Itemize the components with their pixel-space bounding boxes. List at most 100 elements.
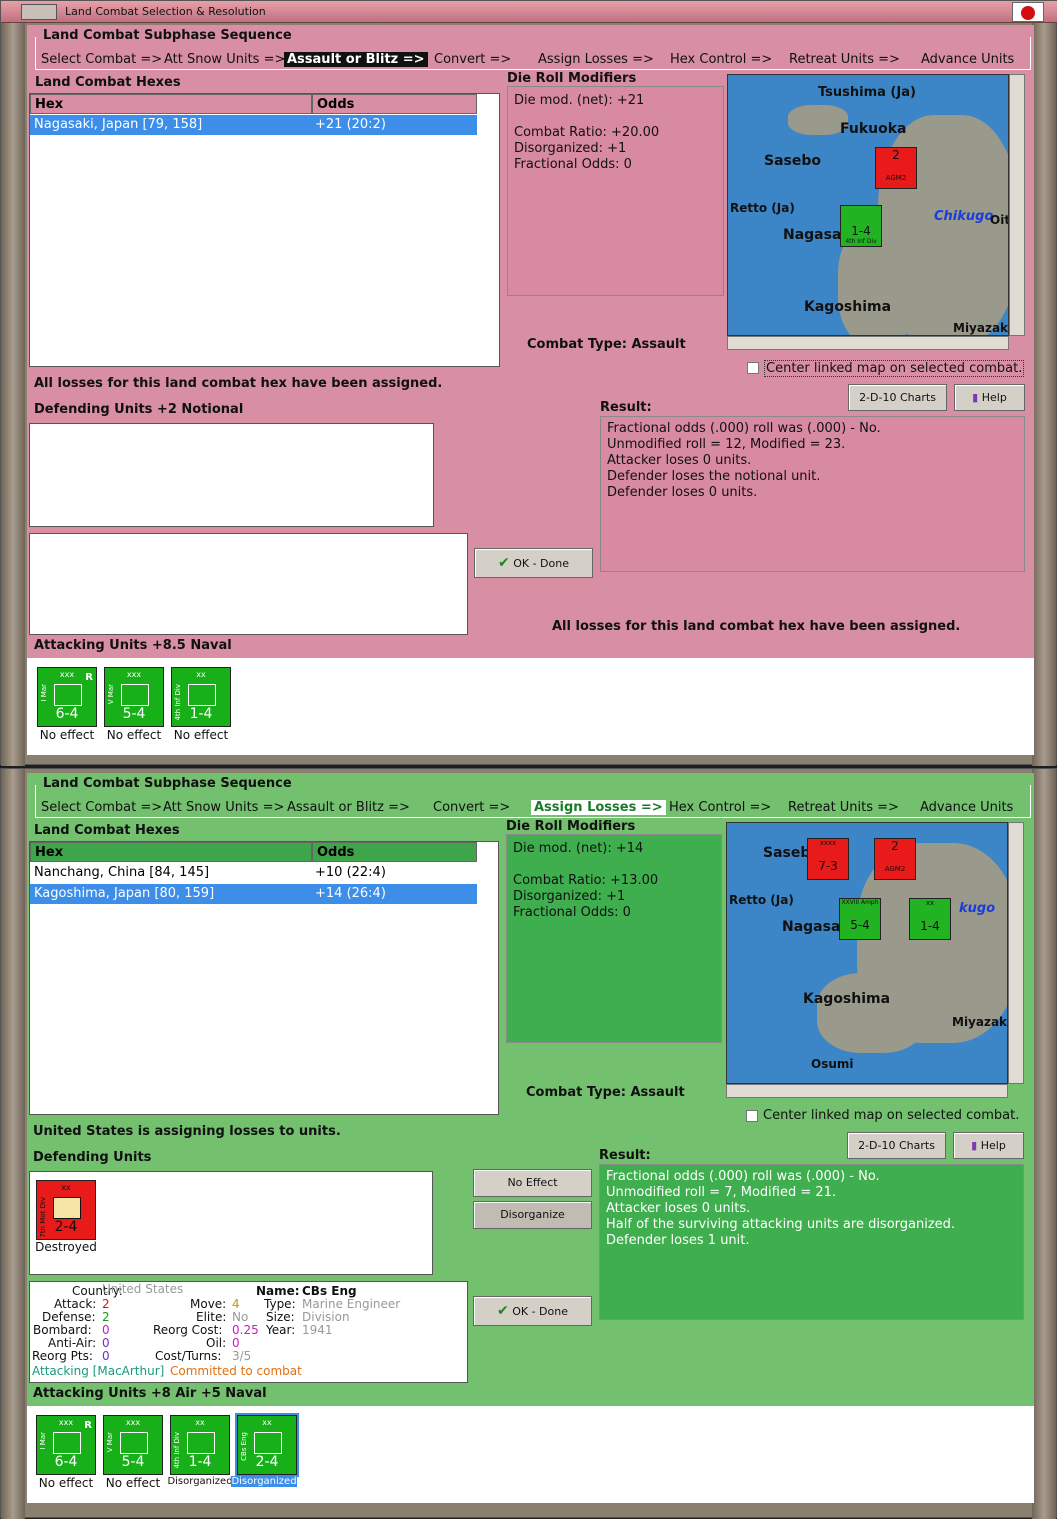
- step-assault-blitz[interactable]: Assault or Blitz =>: [284, 52, 428, 67]
- step-att-snow[interactable]: Att Snow Units =>: [164, 52, 285, 67]
- info-year: 1941: [302, 1323, 333, 1337]
- result-line: Fractional odds (.000) roll was (.000) -…: [607, 421, 881, 436]
- attacking-unit[interactable]: xxx I Mar R 6-4: [37, 667, 97, 727]
- info-oil: 0: [232, 1336, 240, 1350]
- counter-label: AGM2: [884, 865, 906, 873]
- center-linked-checkbox[interactable]: [746, 1110, 758, 1122]
- unit-strength: 1-4: [189, 706, 213, 722]
- col-hex-header[interactable]: Hex: [30, 94, 312, 114]
- unit-size: xx: [196, 670, 206, 679]
- linked-map[interactable]: Tsushima (Ja) Fukuoka Sasebo Retto (Ja) …: [727, 74, 1009, 336]
- step-assign-losses[interactable]: Assign Losses =>: [538, 52, 654, 67]
- step-retreat[interactable]: Retreat Units =>: [789, 52, 900, 67]
- left-frame: [1, 769, 25, 1519]
- marine-symbol-icon: [121, 684, 149, 706]
- title-bar[interactable]: Land Combat Selection & Resolution: [1, 1, 1057, 23]
- attacking-unit[interactable]: xxx V Mar 5-4: [104, 667, 164, 727]
- no-effect-button[interactable]: No Effect: [473, 1169, 592, 1197]
- result-line: Attacker loses 0 units.: [607, 453, 752, 468]
- center-linked-checkbox[interactable]: [747, 362, 759, 374]
- hex-odds: +10 (22:4): [315, 865, 386, 880]
- step-hex-control[interactable]: Hex Control =>: [669, 800, 771, 815]
- unit-info-box: [29, 533, 468, 635]
- help-button[interactable]: ▮ Help: [953, 1132, 1024, 1159]
- map-counter-4th-inf[interactable]: 1-4 4th Inf Div: [840, 205, 882, 247]
- help-button[interactable]: ▮ Help: [954, 384, 1025, 411]
- counter-value: 1-4: [851, 224, 871, 238]
- unit-result: No effect: [39, 728, 95, 742]
- unit-strength: 2-4: [255, 1454, 279, 1470]
- map-counter-red-army[interactable]: xxxx 7-3: [807, 838, 849, 880]
- map-hscroll[interactable]: [727, 336, 1009, 350]
- map-vscroll[interactable]: [1008, 822, 1024, 1084]
- unit-strength: 6-4: [55, 706, 79, 722]
- drm-box: Die mod. (net): +14 Combat Ratio: +13.00…: [506, 834, 722, 1043]
- ok-done-button[interactable]: ✔ OK - Done: [474, 548, 593, 578]
- step-convert[interactable]: Convert =>: [433, 800, 510, 815]
- defending-units-box[interactable]: [29, 423, 434, 527]
- map-hscroll[interactable]: [726, 1084, 1008, 1098]
- unit-side: I Mar: [40, 684, 48, 702]
- col-odds-header[interactable]: Odds: [312, 842, 477, 862]
- drm-line: Fractional Odds: 0: [513, 905, 631, 920]
- result-label: Result:: [600, 400, 652, 415]
- step-convert[interactable]: Convert =>: [434, 52, 511, 67]
- hex-row[interactable]: Kagoshima, Japan [80, 159] +14 (26:4): [30, 884, 477, 904]
- ok-done-button[interactable]: ✔ OK - Done: [473, 1296, 592, 1326]
- step-retreat[interactable]: Retreat Units =>: [788, 800, 899, 815]
- step-select-combat[interactable]: Select Combat =>: [41, 52, 162, 67]
- center-linked-label[interactable]: Center linked map on selected combat.: [764, 360, 1025, 377]
- step-att-snow[interactable]: Att Snow Units =>: [163, 800, 284, 815]
- charts-button[interactable]: 2-D-10 Charts: [847, 1132, 946, 1159]
- col-hex-header[interactable]: Hex: [30, 842, 312, 862]
- counter-value: 2: [891, 839, 899, 853]
- linked-map[interactable]: Sasebo Retto (Ja) Nagasa kugo Kagoshima …: [726, 822, 1008, 1084]
- info-key: Reorg Cost:: [153, 1323, 223, 1337]
- defending-unit[interactable]: xx 7th Mot Div 2-4: [36, 1180, 96, 1240]
- attacking-label: Attacking Units +8.5 Naval: [34, 638, 232, 653]
- unit-side: I Mar: [39, 1432, 47, 1450]
- attacking-unit[interactable]: xxx V Mar 5-4: [103, 1415, 163, 1475]
- map-counter-agm2[interactable]: 2 AGM2: [874, 838, 916, 880]
- result-line: Attacker loses 0 units.: [606, 1201, 751, 1216]
- step-assign-losses[interactable]: Assign Losses =>: [531, 800, 666, 815]
- system-menu-button[interactable]: [21, 4, 57, 20]
- col-odds-header[interactable]: Odds: [312, 94, 477, 114]
- map-counter-agm2[interactable]: 2 AGM2: [875, 147, 917, 189]
- result-line: Fractional odds (.000) roll was (.000) -…: [606, 1169, 880, 1184]
- center-linked-label[interactable]: Center linked map on selected combat.: [763, 1108, 1019, 1123]
- info-key: Year:: [266, 1323, 296, 1337]
- counter-label: AGM2: [885, 174, 907, 182]
- info-reorgcost: 0.25: [232, 1323, 259, 1337]
- attacking-unit[interactable]: xxx I Mar R 6-4: [36, 1415, 96, 1475]
- info-key: Move:: [190, 1297, 227, 1311]
- disorganize-button[interactable]: Disorganize: [473, 1201, 592, 1229]
- marine-symbol-icon: [53, 1432, 81, 1454]
- attacking-unit[interactable]: xx 4th Inf Div 1-4: [171, 667, 231, 727]
- step-assault-blitz[interactable]: Assault or Blitz =>: [287, 800, 410, 815]
- info-attack: 2: [102, 1297, 110, 1311]
- charts-button[interactable]: 2-D-10 Charts: [848, 384, 947, 411]
- info-bombard: 0: [102, 1323, 110, 1337]
- step-select-combat[interactable]: Select Combat =>: [41, 800, 162, 815]
- hex-row[interactable]: Nanchang, China [84, 145] +10 (22:4): [30, 863, 477, 883]
- info-reorg: 0: [102, 1349, 110, 1363]
- map-label: Oit: [990, 213, 1009, 227]
- unit-strength: 1-4: [188, 1454, 212, 1470]
- map-label: Retto (Ja): [729, 893, 794, 907]
- step-advance[interactable]: Advance Units: [920, 800, 1013, 815]
- step-advance[interactable]: Advance Units: [921, 52, 1014, 67]
- unit-strength: 2-4: [54, 1219, 78, 1235]
- attacking-unit[interactable]: xx 4th Inf Div 1-4: [170, 1415, 230, 1475]
- map-vscroll[interactable]: [1009, 74, 1025, 336]
- counter-label: XXVIII Amph: [841, 899, 879, 906]
- map-counter-green[interactable]: xx 1-4: [909, 898, 951, 940]
- info-key: Elite:: [196, 1310, 227, 1324]
- map-counter-xxviii[interactable]: XXVIII Amph 5-4: [839, 898, 881, 940]
- map-label: Nagasa: [782, 919, 841, 935]
- hex-row[interactable]: Nagasaki, Japan [79, 158] +21 (20:2): [30, 115, 477, 135]
- step-hex-control[interactable]: Hex Control =>: [670, 52, 772, 67]
- attacking-unit-selected[interactable]: xx CBs Eng 2-4: [235, 1413, 299, 1477]
- info-country: United States: [102, 1282, 184, 1296]
- unit-side: V Mar: [106, 1432, 114, 1453]
